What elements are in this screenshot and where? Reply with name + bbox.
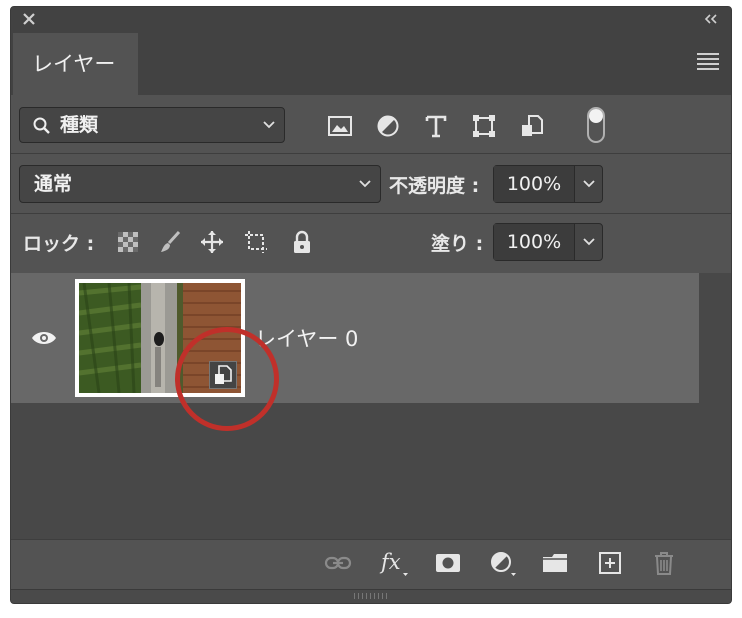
image-filter-icon[interactable]: [327, 113, 353, 139]
search-icon: [33, 117, 50, 134]
shape-filter-icon[interactable]: [471, 113, 497, 139]
lock-artboard-icon[interactable]: [243, 229, 269, 255]
eye-visibility-icon[interactable]: [31, 329, 57, 347]
opacity-field[interactable]: 100%: [493, 165, 603, 203]
tab-row: レイヤー: [11, 33, 731, 95]
new-layer-icon[interactable]: [595, 549, 625, 577]
fill-value[interactable]: 100%: [494, 224, 575, 260]
panel-menu-icon[interactable]: [697, 53, 719, 73]
resize-grip[interactable]: [354, 593, 390, 599]
opacity-label: 不透明度 :: [389, 175, 480, 197]
fill-field[interactable]: 100%: [493, 223, 603, 261]
delete-trash-icon[interactable]: [649, 549, 679, 577]
layer-name[interactable]: レイヤー 0: [255, 325, 358, 353]
lock-label: ロック :: [23, 233, 95, 255]
lock-position-icon[interactable]: [199, 229, 225, 255]
blend-mode-select[interactable]: 通常: [19, 165, 381, 203]
divider: [11, 153, 731, 154]
divider: [11, 213, 731, 214]
fill-label: 塗り :: [431, 233, 484, 255]
layers-panel: レイヤー 種類 通常 不透明度: 100% ロック: 塗り: 100% レ…: [10, 6, 732, 604]
lock-image-pixels-icon[interactable]: [157, 229, 183, 255]
type-filter-icon[interactable]: [423, 113, 449, 139]
filter-kind-select[interactable]: 種類: [19, 107, 285, 143]
fill-dropdown-icon[interactable]: [582, 235, 596, 249]
link-layers-icon[interactable]: [323, 549, 353, 577]
tab-layers[interactable]: レイヤー: [13, 33, 138, 95]
smart-object-filter-icon[interactable]: [519, 113, 545, 139]
filter-toggle[interactable]: [587, 107, 605, 143]
highlight-circle-annotation: [175, 327, 279, 431]
opacity-dropdown-icon[interactable]: [582, 177, 596, 191]
chevron-down-icon: [359, 180, 371, 188]
close-icon[interactable]: [19, 9, 39, 29]
add-mask-icon[interactable]: [433, 549, 463, 577]
adjustment-layer-icon[interactable]: [487, 549, 517, 577]
adjustment-filter-icon[interactable]: [375, 113, 401, 139]
layer-style-fx-icon[interactable]: fx: [379, 549, 409, 577]
toggle-knob: [589, 109, 603, 123]
filter-kind-label: 種類: [60, 114, 99, 136]
svg-text:fx: fx: [379, 550, 401, 574]
chevron-down-icon: [263, 121, 275, 129]
opacity-value[interactable]: 100%: [494, 166, 575, 202]
collapse-panel-icon[interactable]: [701, 9, 721, 29]
panel-titlebar: [11, 7, 731, 33]
lock-all-icon[interactable]: [289, 229, 315, 255]
blend-mode-label: 通常: [34, 173, 73, 195]
new-group-folder-icon[interactable]: [541, 549, 571, 577]
lock-transparent-pixels-icon[interactable]: [115, 229, 141, 255]
